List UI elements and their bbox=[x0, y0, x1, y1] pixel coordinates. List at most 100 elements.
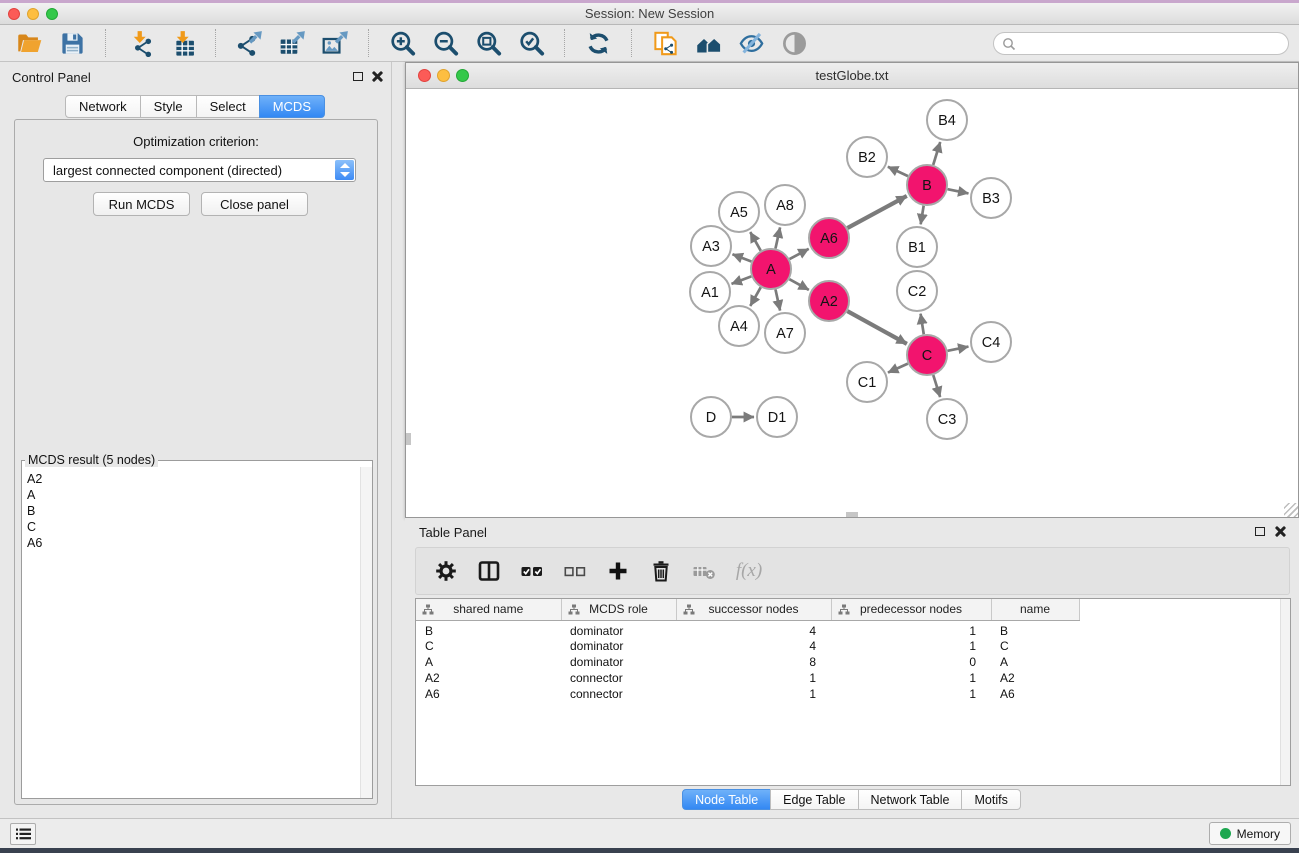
graph-edge-A-A2[interactable] bbox=[789, 279, 808, 290]
zoom-out-button[interactable] bbox=[430, 28, 460, 58]
table-row[interactable]: Cdominator41C bbox=[416, 638, 1079, 654]
cell-MCDS-role[interactable]: dominator bbox=[561, 638, 676, 654]
control-tab-network[interactable]: Network bbox=[65, 95, 141, 118]
table-row[interactable]: A2connector11A2 bbox=[416, 670, 1079, 686]
cell-shared-name[interactable]: B bbox=[416, 620, 561, 638]
hide-graphics-details-button[interactable] bbox=[736, 28, 766, 58]
control-tab-mcds[interactable]: MCDS bbox=[259, 95, 325, 118]
search-box[interactable] bbox=[993, 32, 1289, 55]
mcds-result-item[interactable]: A6 bbox=[27, 535, 42, 551]
network-canvas[interactable]: B4B2BB3A5A8A6A3B1AA1C2A2A4A7C4CC1DD1C3 bbox=[406, 89, 1298, 517]
cell-predecessor-nodes[interactable]: 1 bbox=[831, 620, 991, 638]
open-file-button[interactable] bbox=[14, 28, 44, 58]
float-panel-icon[interactable] bbox=[353, 72, 363, 81]
graph-edge-B-B1[interactable] bbox=[921, 206, 924, 225]
cell-name[interactable]: A6 bbox=[991, 686, 1079, 702]
table-tab-edge-table[interactable]: Edge Table bbox=[770, 789, 858, 810]
table-row[interactable]: A6connector11A6 bbox=[416, 686, 1079, 702]
export-image-button[interactable] bbox=[320, 28, 350, 58]
table-scrollbar[interactable] bbox=[1280, 599, 1290, 785]
delete-column-button[interactable] bbox=[647, 557, 675, 585]
graph-edge-A2-C[interactable] bbox=[847, 311, 906, 344]
graph-edge-C-C3[interactable] bbox=[933, 375, 940, 397]
graph-edge-C-C4[interactable] bbox=[948, 347, 969, 351]
column-header-predecessor-nodes[interactable]: predecessor nodes bbox=[831, 599, 991, 620]
save-session-button[interactable] bbox=[57, 28, 87, 58]
cell-successor-nodes[interactable]: 8 bbox=[676, 654, 831, 670]
graph-edge-C-C2[interactable] bbox=[921, 314, 924, 335]
network-graph[interactable]: B4B2BB3A5A8A6A3B1AA1C2A2A4A7C4CC1DD1C3 bbox=[406, 89, 1298, 517]
zoom-selected-button[interactable] bbox=[516, 28, 546, 58]
cell-predecessor-nodes[interactable]: 1 bbox=[831, 638, 991, 654]
cell-name[interactable]: C bbox=[991, 638, 1079, 654]
task-history-button[interactable] bbox=[10, 823, 36, 845]
close-panel-icon[interactable] bbox=[372, 71, 383, 82]
graph-edge-C-C1[interactable] bbox=[888, 364, 908, 373]
table-close-panel-icon[interactable] bbox=[1275, 526, 1286, 537]
zoom-in-button[interactable] bbox=[387, 28, 417, 58]
split-table-button[interactable] bbox=[475, 557, 503, 585]
cell-name[interactable]: A bbox=[991, 654, 1079, 670]
zoom-fit-button[interactable] bbox=[473, 28, 503, 58]
graph-edge-A-A5[interactable] bbox=[750, 232, 760, 251]
cell-name[interactable]: B bbox=[991, 620, 1079, 638]
refresh-layout-button[interactable] bbox=[583, 28, 613, 58]
export-network-button[interactable] bbox=[234, 28, 264, 58]
table-row[interactable]: Bdominator41B bbox=[416, 620, 1079, 638]
table-tab-motifs[interactable]: Motifs bbox=[961, 789, 1020, 810]
close-panel-button[interactable]: Close panel bbox=[201, 192, 308, 216]
mcds-result-item[interactable]: C bbox=[27, 519, 42, 535]
cell-successor-nodes[interactable]: 4 bbox=[676, 620, 831, 638]
memory-button[interactable]: Memory bbox=[1209, 822, 1291, 845]
cell-successor-nodes[interactable]: 1 bbox=[676, 686, 831, 702]
cell-MCDS-role[interactable]: dominator bbox=[561, 620, 676, 638]
import-table-button[interactable] bbox=[167, 28, 197, 58]
column-settings-button[interactable] bbox=[432, 557, 460, 585]
table-row[interactable]: Adominator80A bbox=[416, 654, 1079, 670]
control-tab-style[interactable]: Style bbox=[140, 95, 197, 118]
criterion-select[interactable]: largest connected component (directed) bbox=[43, 158, 356, 182]
mcds-result-item[interactable]: A bbox=[27, 487, 42, 503]
clone-network-button[interactable] bbox=[650, 28, 680, 58]
run-mcds-button[interactable]: Run MCDS bbox=[93, 192, 190, 216]
canvas-grip-left[interactable] bbox=[406, 433, 411, 445]
cell-predecessor-nodes[interactable]: 0 bbox=[831, 654, 991, 670]
table-tab-network-table[interactable]: Network Table bbox=[858, 789, 963, 810]
cell-shared-name[interactable]: A2 bbox=[416, 670, 561, 686]
cell-shared-name[interactable]: C bbox=[416, 638, 561, 654]
table-float-panel-icon[interactable] bbox=[1255, 527, 1265, 536]
graph-edge-B-B4[interactable] bbox=[933, 142, 940, 165]
column-header-MCDS-role[interactable]: MCDS role bbox=[561, 599, 676, 620]
import-network-button[interactable] bbox=[124, 28, 154, 58]
resize-grip-icon[interactable] bbox=[1284, 503, 1298, 517]
graph-edge-A-A4[interactable] bbox=[750, 287, 760, 306]
add-column-button[interactable] bbox=[604, 557, 632, 585]
result-scrollbar[interactable] bbox=[360, 467, 372, 798]
column-header-successor-nodes[interactable]: successor nodes bbox=[676, 599, 831, 620]
graph-edge-A-A6[interactable] bbox=[790, 249, 809, 259]
cell-name[interactable]: A2 bbox=[991, 670, 1079, 686]
graph-edge-A-A7[interactable] bbox=[775, 290, 780, 311]
graph-edge-B-B3[interactable] bbox=[948, 189, 969, 193]
cell-MCDS-role[interactable]: dominator bbox=[561, 654, 676, 670]
mcds-result-item[interactable]: A2 bbox=[27, 471, 42, 487]
control-tab-select[interactable]: Select bbox=[196, 95, 260, 118]
cell-successor-nodes[interactable]: 4 bbox=[676, 638, 831, 654]
graph-edge-A-A8[interactable] bbox=[775, 227, 780, 248]
cell-shared-name[interactable]: A6 bbox=[416, 686, 561, 702]
column-header-name[interactable]: name bbox=[991, 599, 1079, 620]
search-input[interactable] bbox=[1020, 34, 1280, 53]
column-header-shared-name[interactable]: shared name bbox=[416, 599, 561, 620]
mcds-result-item[interactable]: B bbox=[27, 503, 42, 519]
unselect-all-columns-button[interactable] bbox=[561, 557, 589, 585]
cell-successor-nodes[interactable]: 1 bbox=[676, 670, 831, 686]
graph-edge-A6-B[interactable] bbox=[847, 196, 906, 228]
graph-edge-A-A3[interactable] bbox=[732, 254, 751, 261]
graph-edge-B-B2[interactable] bbox=[888, 167, 908, 176]
cell-MCDS-role[interactable]: connector bbox=[561, 686, 676, 702]
cell-MCDS-role[interactable]: connector bbox=[561, 670, 676, 686]
graph-edge-A-A1[interactable] bbox=[732, 276, 752, 283]
table-tab-node-table[interactable]: Node Table bbox=[682, 789, 771, 810]
cell-predecessor-nodes[interactable]: 1 bbox=[831, 670, 991, 686]
canvas-grip-bottom[interactable] bbox=[846, 512, 858, 517]
